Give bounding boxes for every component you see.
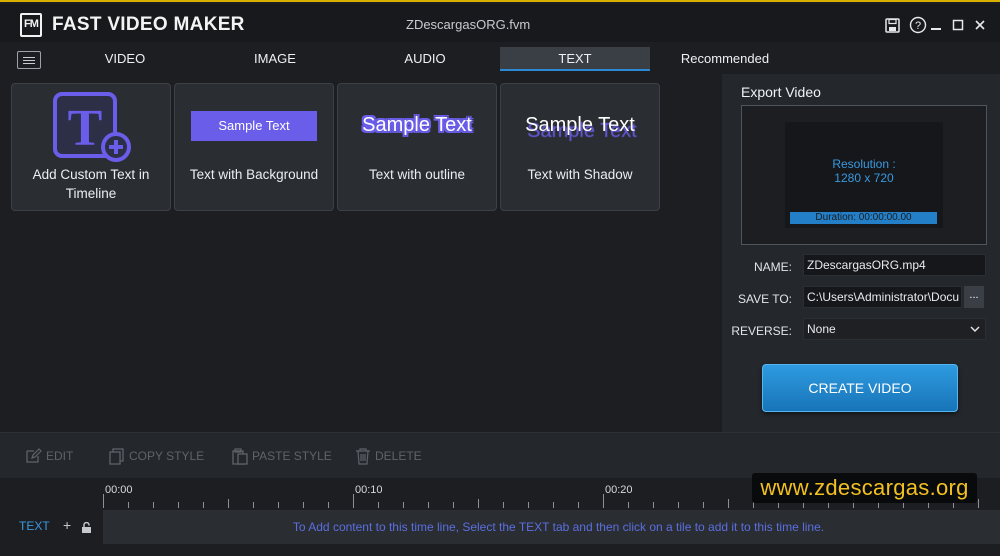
tab-audio[interactable]: AUDIO — [350, 47, 500, 71]
ruler-tick — [728, 499, 729, 508]
time-label: 00:10 — [355, 484, 383, 496]
video-preview: Resolution : 1280 x 720 Duration: 00:00:… — [741, 105, 987, 245]
ruler-tick — [578, 502, 579, 508]
ruler-tick — [303, 502, 304, 508]
chevron-down-icon — [967, 319, 983, 339]
tile-label: Text with Shadow — [527, 167, 633, 182]
title-bar: FM FAST VIDEO MAKER ZDescargasORG.fvm ? — [0, 4, 1000, 42]
copy-icon — [109, 447, 124, 465]
app-logo-icon: FM — [20, 13, 42, 37]
copy-style-label: COPY STYLE — [129, 449, 205, 463]
reverse-label: REVERSE: — [731, 324, 792, 338]
save-to-label: SAVE TO: — [737, 292, 792, 306]
ruler-tick — [153, 502, 154, 508]
ruler-tick — [553, 502, 554, 508]
add-track-icon[interactable]: + — [63, 517, 71, 533]
time-label: 00:00 — [105, 484, 133, 496]
ruler-tick — [253, 502, 254, 508]
reverse-select[interactable]: None — [803, 318, 986, 340]
create-video-button[interactable]: CREATE VIDEO — [762, 364, 958, 412]
app-title: FAST VIDEO MAKER — [52, 14, 245, 35]
sample-text-shadow: Sample Text — [525, 114, 635, 136]
ruler-tick — [978, 499, 979, 508]
ruler-tick — [278, 502, 279, 508]
tab-video[interactable]: VIDEO — [50, 47, 200, 71]
tile-text-with-shadow[interactable]: Sample Text Text with Shadow — [500, 83, 660, 211]
svg-text:?: ? — [915, 20, 921, 32]
reverse-value: None — [807, 322, 836, 336]
tile-label: Text with outline — [368, 167, 466, 182]
track-label-text: TEXT — [19, 519, 50, 533]
ruler-tick — [178, 502, 179, 508]
tile-add-custom-text[interactable]: T Add Custom Text in Timeline — [11, 83, 171, 211]
paste-style-button[interactable]: PASTE STYLE — [232, 447, 332, 465]
edit-button[interactable]: EDIT — [25, 447, 73, 465]
time-label: 00:20 — [605, 484, 633, 496]
delete-button[interactable]: DELETE — [355, 447, 422, 465]
name-input[interactable]: ZDescargasORG.mp4 — [803, 254, 986, 276]
browse-button[interactable]: ... — [964, 286, 984, 308]
ruler-tick — [503, 502, 504, 508]
tab-text[interactable]: TEXT — [500, 47, 650, 71]
resolution-value: 1280 x 720 — [834, 171, 894, 185]
ruler-tick — [428, 502, 429, 508]
app-window: FM FAST VIDEO MAKER ZDescargasORG.fvm ? … — [0, 0, 1000, 556]
tile-text-with-outline[interactable]: Sample Text Text with outline — [337, 83, 497, 211]
sample-text-outline: Sample Text — [362, 114, 472, 136]
trash-icon — [356, 447, 370, 465]
ruler-tick — [128, 502, 129, 508]
ruler-tick — [453, 502, 454, 508]
lock-icon[interactable] — [81, 520, 92, 538]
tab-bar: VIDEO IMAGE AUDIO TEXT Recommended — [0, 44, 1000, 74]
paste-style-label: PASTE STYLE — [252, 449, 332, 463]
ruler-tick — [678, 502, 679, 508]
track-empty-message: To Add content to this time line, Select… — [292, 520, 825, 534]
ruler-tick — [628, 502, 629, 508]
delete-label: DELETE — [375, 449, 422, 463]
name-label: NAME: — [753, 260, 792, 274]
export-panel: Export Video Resolution : 1280 x 720 Dur… — [722, 74, 1000, 432]
resolution-label: Resolution : — [832, 157, 896, 171]
ruler-tick — [403, 502, 404, 508]
edit-label: EDIT — [46, 449, 74, 463]
maximize-icon[interactable] — [947, 14, 969, 36]
duration-bar: Duration: 00:00:00.00 — [790, 212, 937, 224]
ruler-tick — [353, 494, 354, 508]
tile-label: Text with Background — [189, 167, 319, 182]
file-name: ZDescargasORG.fvm — [406, 17, 531, 32]
copy-style-button[interactable]: COPY STYLE — [109, 447, 204, 465]
text-tiles-area: T Add Custom Text in Timeline Sample Tex… — [0, 74, 722, 432]
ruler-tick — [703, 502, 704, 508]
tile-label: Add Custom Text in Timeline — [32, 167, 150, 201]
svg-text:T: T — [68, 100, 103, 157]
ruler-tick — [478, 499, 479, 508]
export-title: Export Video — [741, 84, 821, 100]
tile-text-with-background[interactable]: Sample Text Text with Background — [174, 83, 334, 211]
menu-icon[interactable] — [17, 51, 41, 69]
ruler-tick — [603, 494, 604, 508]
tab-recommended[interactable]: Recommended — [650, 47, 800, 71]
ruler-tick — [528, 502, 529, 508]
edit-icon — [26, 448, 42, 463]
tab-image[interactable]: IMAGE — [200, 47, 350, 71]
ruler-tick — [203, 502, 204, 508]
edit-toolbar: EDIT COPY STYLE PASTE STYLE DELETE — [0, 432, 1000, 478]
sample-text-background: Sample Text — [191, 111, 317, 141]
add-text-icon: T — [52, 91, 132, 168]
minimize-icon[interactable] — [925, 14, 947, 36]
ruler-tick — [653, 502, 654, 508]
ruler-tick — [328, 502, 329, 508]
save-icon[interactable] — [881, 14, 903, 36]
ruler-tick — [378, 502, 379, 508]
ruler-tick — [103, 494, 104, 508]
ruler-tick — [228, 499, 229, 508]
save-to-input[interactable]: C:\Users\Administrator\Docu — [803, 286, 962, 308]
watermark: www.zdescargas.org — [752, 473, 977, 503]
text-track[interactable]: To Add content to this time line, Select… — [103, 510, 1000, 544]
close-icon[interactable] — [969, 14, 991, 36]
paste-icon — [232, 447, 248, 465]
preview-screen: Resolution : 1280 x 720 Duration: 00:00:… — [785, 122, 943, 228]
